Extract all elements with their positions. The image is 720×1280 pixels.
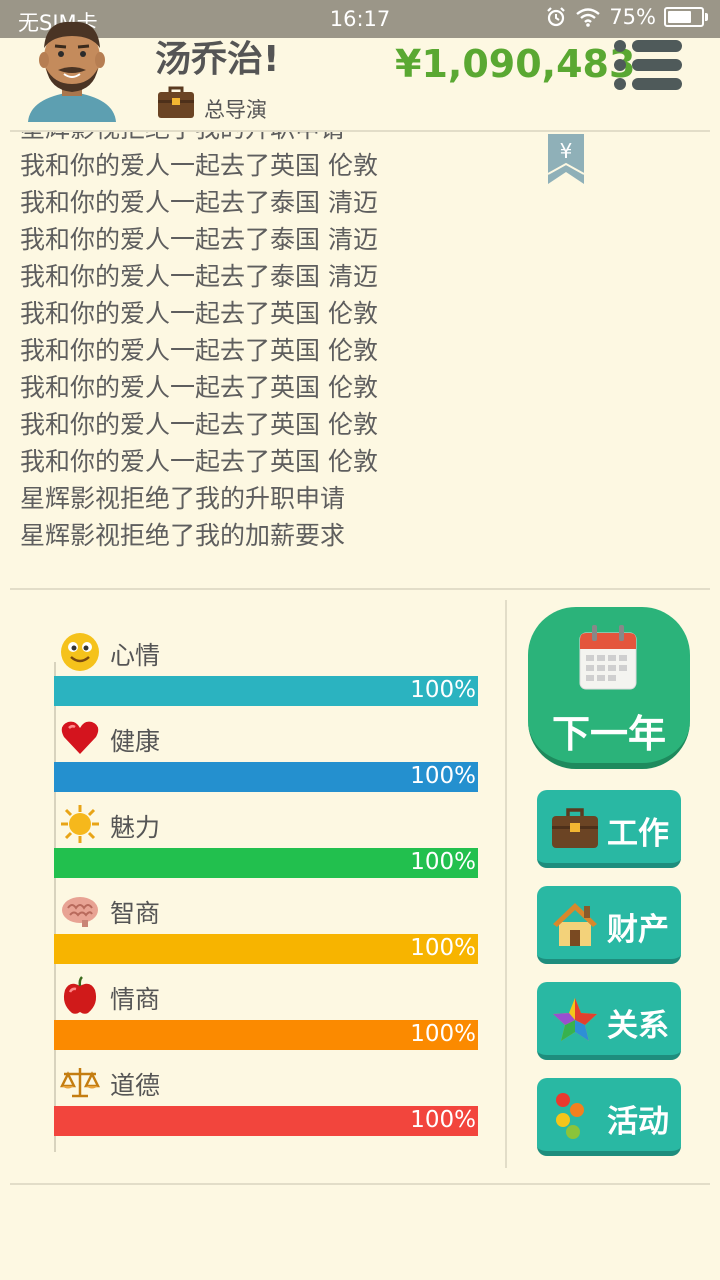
- stat-health: 健康 100%: [54, 718, 478, 798]
- event-log[interactable]: 星辉影视拒绝了我的升职申请 我和你的爱人一起去了英国 伦敦 我和你的爱人一起去了…: [20, 132, 540, 556]
- log-line: 我和你的爱人一起去了英国 伦敦: [20, 373, 378, 402]
- stat-bar: 100%: [54, 762, 478, 792]
- stat-label: 魅力: [110, 813, 161, 842]
- stat-label: 健康: [110, 727, 161, 756]
- battery-icon: [664, 7, 708, 27]
- stat-value: 100%: [410, 1107, 476, 1133]
- job-title: 总导演: [204, 98, 267, 122]
- activities-icon: [556, 1093, 584, 1139]
- work-label: 工作: [607, 816, 669, 852]
- sun-icon: [61, 805, 99, 843]
- status-icons: 75%: [545, 5, 708, 29]
- stat-mood: 心情 100%: [54, 632, 478, 712]
- log-line: 我和你的爱人一起去了英国 伦敦: [20, 336, 378, 365]
- relations-label: 关系: [607, 1008, 669, 1044]
- panel-divider: [505, 600, 507, 1168]
- smiley-icon: [61, 633, 99, 671]
- stat-label: 情商: [110, 985, 161, 1014]
- stat-bar: 100%: [54, 934, 478, 964]
- log-line: 星辉影视拒绝了我的升职申请: [20, 132, 378, 147]
- log-line: 我和你的爱人一起去了泰国 清迈: [20, 225, 378, 254]
- wifi-icon: [576, 8, 601, 27]
- log-line: 星辉影视拒绝了我的升职申请: [20, 484, 346, 513]
- bookmark-symbol: ¥: [560, 139, 573, 163]
- briefcase-icon: [158, 86, 194, 118]
- work-button[interactable]: 工作: [537, 790, 681, 868]
- log-line: 我和你的爱人一起去了英国 伦敦: [20, 447, 378, 476]
- stat-bar: 100%: [54, 1020, 478, 1050]
- player-avatar[interactable]: [20, 18, 124, 122]
- alarm-icon: [547, 7, 566, 27]
- player-name: 汤乔治!: [155, 39, 280, 80]
- next-year-button[interactable]: 下一年: [528, 607, 690, 769]
- star-icon: [553, 998, 597, 1041]
- stat-eq: 情商 100%: [54, 976, 478, 1056]
- next-year-label: 下一年: [551, 712, 666, 756]
- log-line: 我和你的爱人一起去了英国 伦敦: [20, 151, 378, 180]
- heart-icon: [61, 721, 99, 754]
- stat-label: 道德: [110, 1071, 161, 1100]
- log-line: 我和你的爱人一起去了英国 伦敦: [20, 299, 378, 328]
- section-divider: [10, 588, 710, 590]
- stat-value: 100%: [410, 1021, 476, 1047]
- stat-charm: 魅力 100%: [54, 804, 478, 884]
- stat-bar: 100%: [54, 848, 478, 878]
- stat-label: 智商: [110, 899, 161, 928]
- activities-label: 活动: [607, 1104, 669, 1140]
- briefcase-icon: [552, 808, 598, 848]
- menu-icon[interactable]: [612, 38, 684, 92]
- stat-value: 100%: [410, 935, 476, 961]
- log-line: 我和你的爱人一起去了泰国 清迈: [20, 262, 378, 291]
- battery-percent: 75%: [609, 5, 656, 29]
- log-line: 我和你的爱人一起去了英国 伦敦: [20, 410, 378, 439]
- brain-icon: [62, 897, 98, 927]
- stat-bar: 100%: [54, 676, 478, 706]
- money-balance: ¥1,090,483: [395, 42, 636, 86]
- apple-icon: [63, 976, 97, 1014]
- log-line: 星辉影视拒绝了我的加薪要求: [20, 521, 346, 550]
- house-icon: [553, 903, 597, 946]
- stat-value: 100%: [410, 763, 476, 789]
- stat-bar: 100%: [54, 1106, 478, 1136]
- relations-button[interactable]: 关系: [537, 982, 681, 1060]
- player-header: 汤乔治! 总导演 ¥1,090,483: [0, 21, 720, 130]
- stat-morality: 道德 100%: [54, 1062, 478, 1142]
- stat-label: 心情: [110, 641, 161, 670]
- assets-button[interactable]: 财产: [537, 886, 681, 964]
- scales-icon: [60, 1068, 100, 1098]
- activities-button[interactable]: 活动: [537, 1078, 681, 1156]
- stat-value: 100%: [410, 849, 476, 875]
- bottom-divider: [10, 1183, 710, 1185]
- calendar-icon: [579, 625, 637, 690]
- money-bookmark-icon[interactable]: ¥: [548, 134, 584, 184]
- assets-label: 财产: [607, 912, 669, 948]
- log-line: 我和你的爱人一起去了泰国 清迈: [20, 188, 378, 217]
- stat-value: 100%: [410, 677, 476, 703]
- stat-iq: 智商 100%: [54, 890, 478, 970]
